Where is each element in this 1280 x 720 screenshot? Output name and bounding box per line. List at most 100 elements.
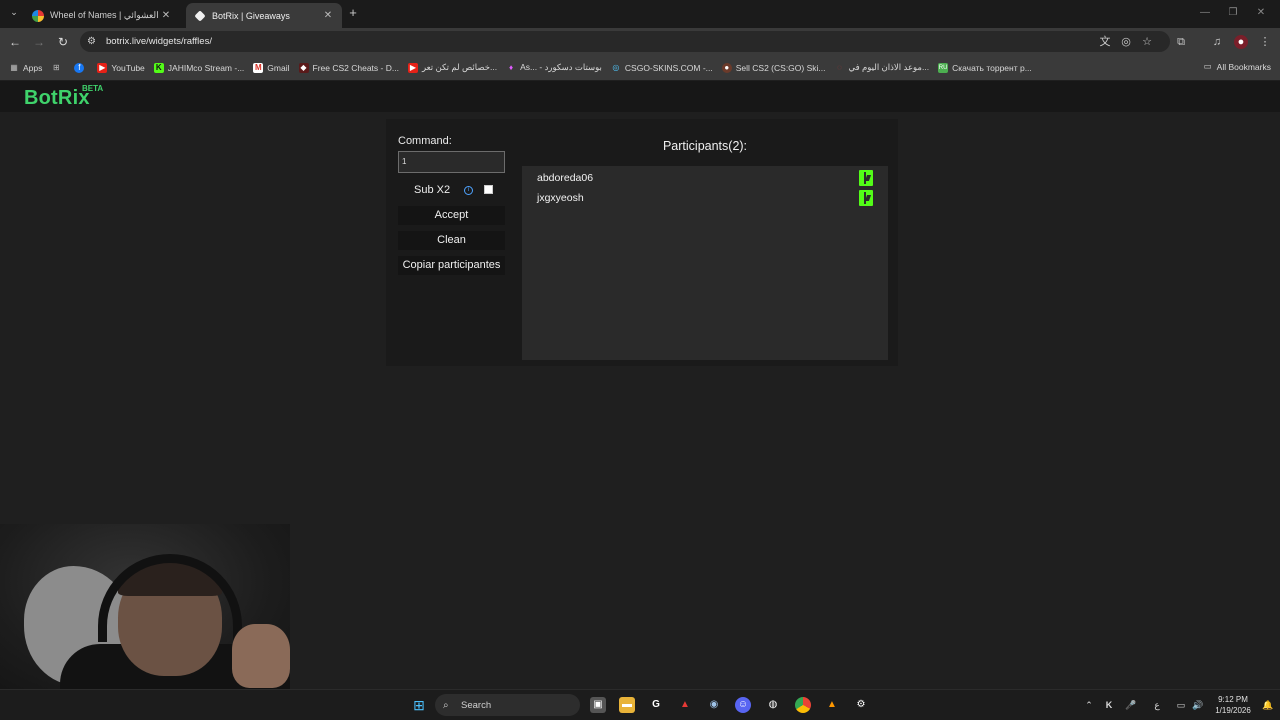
sub-x2-label: Sub X2 [414,184,451,196]
search-icon: ⌕ [443,699,449,711]
bookmark-label: Скачать торрент р... [952,62,1032,73]
bookmarks-bar: ▦ Apps ⊞ f ▶ YouTube K JAHIMco Stream -... … [0,55,1280,80]
kick-icon [859,190,873,206]
kick-icon: K [153,62,164,73]
bookmark-gmail[interactable]: M Gmail [253,62,290,73]
bookmark-label: YouTube [111,62,145,73]
bookmark-sell-cs2[interactable]: ● Sell CS2 (CS:GO) Ski... [721,62,826,73]
info-icon[interactable]: i [464,186,473,195]
window-close-icon[interactable]: ✕ [1254,7,1268,18]
tab-wheel-of-names[interactable]: Wheel of Names | اسم العشوائي ✕ [24,3,180,28]
google-apps-icon: ⊞ [53,62,60,72]
profile-avatar-icon[interactable]: ● [1234,35,1248,49]
task-view-icon[interactable]: ▣ [590,697,606,713]
bookmark-label: Sell CS2 (CS:GO) Ski... [735,62,826,73]
address-url[interactable]: botrix.live/widgets/raffles/ [106,36,212,47]
bookmark-discord-posts[interactable]: ♦ As... - بوستات دسكورد [506,62,602,73]
sub-x2-row: Sub X2 i [398,182,505,198]
vlc-icon[interactable]: ▲ [824,697,840,713]
minimize-icon[interactable]: — [1198,7,1212,18]
chrome-icon[interactable] [795,697,811,713]
reload-icon[interactable]: ↻ [55,34,71,50]
menu-kebab-icon[interactable]: ⋮ [1258,35,1272,49]
bookmark-facebook[interactable]: f [74,62,88,73]
obs-icon[interactable]: ◍ [765,697,781,713]
taskbar-search[interactable]: ⌕ Search [435,694,580,716]
sub-x2-checkbox[interactable] [484,185,493,194]
bookmark-jahimco[interactable]: K JAHIMco Stream -... [153,62,245,73]
copy-participants-button[interactable]: Copiar participantes [398,256,505,275]
participant-row: abdoreda06 [537,170,873,188]
bookmark-label: Gmail [267,62,290,73]
webcam-hand [232,624,290,688]
participants-list: abdoreda06 jxgxyeosh [522,166,888,360]
logitech-g-icon[interactable]: G [648,697,664,713]
youtube-icon: ▶ [407,62,418,73]
bookmark-label: Apps [23,62,43,73]
language-indicator[interactable]: ع [1151,699,1163,711]
command-input[interactable]: 1 [398,151,505,173]
browser-toolbar: ← → ↻ ⚙ botrix.live/widgets/raffles/ 文 ◎… [0,28,1280,55]
extensions-icon[interactable]: ⧉ [1174,35,1188,49]
all-bookmarks-label: All Bookmarks [1216,61,1271,72]
bookmark-label: خصائص لم تكن تعر... [421,62,498,72]
kick-icon [859,170,873,186]
tab-title: BotRix | Giveaways [212,10,290,21]
anticheat-icon[interactable]: ▲ [677,697,693,713]
clean-button[interactable]: Clean [398,231,505,250]
tab-close-icon[interactable]: ✕ [322,10,334,21]
volume-icon[interactable]: 🔊 [1192,699,1204,711]
translate-icon[interactable]: 文 [1098,35,1112,49]
tray-chevron-up-icon[interactable]: ⌃ [1083,699,1095,711]
restore-icon[interactable]: ❐ [1226,7,1240,18]
windows-start-icon[interactable]: ⊞ [411,697,427,713]
kick-tray-icon[interactable]: K [1103,699,1115,711]
back-arrow-icon[interactable]: ← [7,34,23,50]
gmail-icon: M [253,62,264,73]
bookmark-cs2-cheats[interactable]: ◆ Free CS2 Cheats - D... [298,62,399,73]
file-explorer-icon[interactable]: ▬ [619,697,635,713]
network-icon[interactable]: ▭ [1175,699,1187,711]
bookmark-prayer-times[interactable]: ◌ موعد الاذان اليوم في... [835,62,929,73]
notifications-bell-icon[interactable]: 🔔 [1262,699,1274,711]
new-tab-plus-icon[interactable]: + [346,6,360,20]
participants-section: Participants(2): abdoreda06 jxgxyeosh [522,119,888,366]
forward-arrow-icon[interactable]: → [31,34,47,50]
torrent-icon: RU [938,62,949,73]
wheel-favicon-icon [32,9,44,22]
clock-date: 1/19/2026 [1215,706,1251,715]
gem-icon: ♦ [509,62,514,72]
taskbar: ⊞ ⌕ Search ▣ ▬ G ▲ ◉ ☺ ◍ ▲ ⚙ ⌃ K 🎤 ع ▭ 🔊… [0,689,1280,720]
raffle-panel: Command: 1 Sub X2 i Accept Clean Copiar … [386,119,898,366]
bookmark-torrent[interactable]: RU Скачать торрент р... [938,62,1032,73]
accept-button[interactable]: Accept [398,206,505,225]
address-bar[interactable]: ⚙ botrix.live/widgets/raffles/ [80,31,1170,52]
tab-close-icon[interactable]: ✕ [160,10,172,21]
steam-icon[interactable]: ◉ [706,697,722,713]
bookmark-label: Free CS2 Cheats - D... [312,62,399,73]
bookmark-youtube-arabic[interactable]: ▶ خصائص لم تكن تعر... [407,62,498,73]
bookmark-label: JAHIMco Stream -... [167,62,245,73]
botrix-logo[interactable]: BotRix [24,87,90,110]
skins-icon: ● [721,62,732,73]
discord-icon[interactable]: ☺ [735,697,751,713]
microphone-icon[interactable]: 🎤 [1125,699,1137,711]
bookmark-star-icon[interactable]: ☆ [1140,35,1154,49]
participant-row: jxgxyeosh [537,190,873,208]
site-info-icon[interactable]: ⚙ [87,36,101,47]
bookmark-csgo-skins[interactable]: ◎ CSGO-SKINS.COM -... [611,63,712,73]
settings-gear-icon[interactable]: ⚙ [853,697,869,713]
bookmark-apps[interactable]: ▦ Apps [9,63,42,73]
tab-botrix-giveaways[interactable]: BotRix | Giveaways ✕ [186,3,342,28]
bookmark-label: As... - بوستات دسكورد [520,62,602,72]
browser-tab-strip: ⌄ Wheel of Names | اسم العشوائي ✕ BotRix… [0,0,1280,28]
participant-name: abdoreda06 [537,172,594,184]
participants-title: Participants(2): [662,139,748,153]
bookmark-youtube[interactable]: ▶ YouTube [97,62,145,73]
tab-search-button[interactable]: ⌄ [6,7,22,21]
eye-slash-icon[interactable]: ◎ [1119,35,1133,49]
system-clock[interactable]: 9:12 PM 1/19/2026 [1210,694,1256,716]
media-controls-icon[interactable]: ♫ [1210,35,1224,49]
bookmark-google-apps[interactable]: ⊞ [51,63,65,73]
all-bookmarks[interactable]: ▭ All Bookmarks [1204,61,1271,72]
